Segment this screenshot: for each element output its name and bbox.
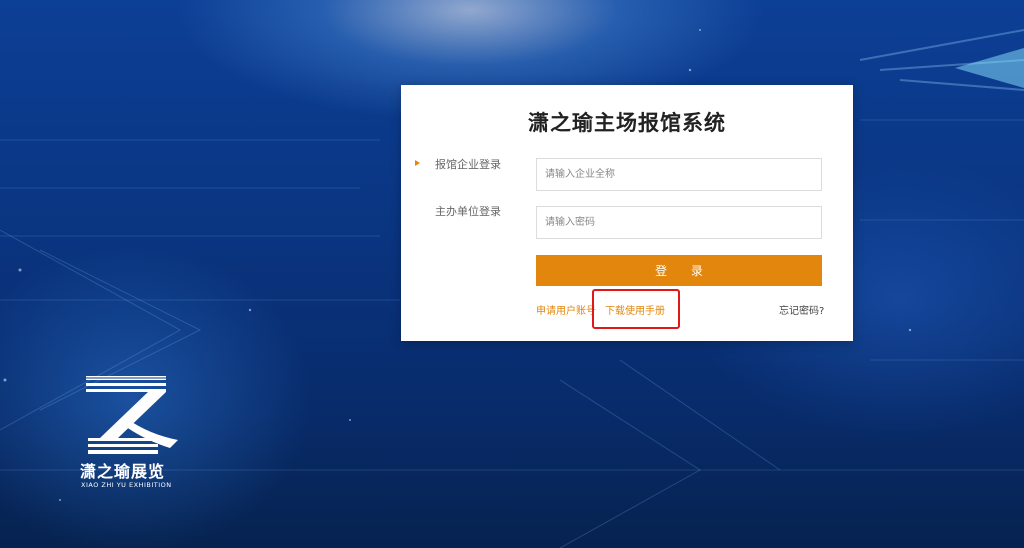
tab-exhibitor-login[interactable]: 报馆企业登录 [435,156,501,172]
brand-subtitle: XIAO ZHI YU EXHIBITION [81,481,172,489]
system-title: 潇之瑜主场报馆系统 [528,111,726,135]
login-card: 潇之瑜主场报馆系统 报馆企业登录 主办单位登录 登 录 申请用户账号 下载使用手… [401,85,853,341]
brand-name: 潇之瑜展览 [80,462,166,481]
tab-organizer-login[interactable]: 主办单位登录 [435,203,501,219]
forgot-password-link[interactable]: 忘记密码? [779,302,824,317]
company-name-input[interactable] [536,158,822,191]
login-button[interactable]: 登 录 [536,255,822,286]
annotation-highlight-box [592,289,680,329]
brand-logo: 潇之瑜展览 XIAO ZHI YU EXHIBITION [78,374,182,494]
brand-z-icon [86,376,178,454]
password-input[interactable] [536,206,822,239]
active-tab-arrow-icon [415,160,420,166]
apply-account-link[interactable]: 申请用户账号 [536,302,596,317]
